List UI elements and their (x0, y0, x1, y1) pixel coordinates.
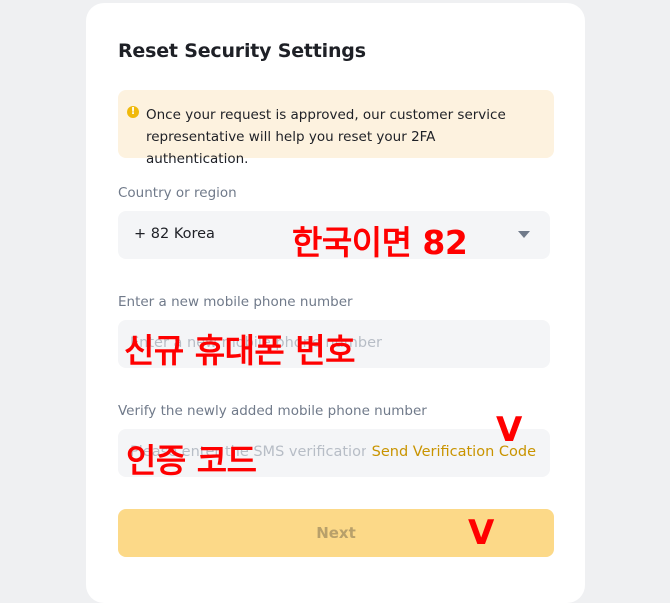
verify-label: Verify the newly added mobile phone numb… (118, 403, 427, 419)
annotation-code-note: 인증 코드 (126, 441, 257, 480)
country-label: Country or region (118, 185, 237, 201)
warning-icon: ! (127, 106, 139, 118)
country-value: + 82 Korea (134, 226, 215, 242)
notice-text: Once your request is approved, our custo… (146, 107, 506, 167)
notice-banner: ! Once your request is approved, our cus… (118, 90, 554, 167)
dialog-title: Reset Security Settings (118, 40, 366, 62)
annotation-phone-note: 신규 휴대폰 번호 (124, 331, 356, 370)
phone-label: Enter a new mobile phone number (118, 294, 353, 310)
annotation-send-check: V (496, 410, 522, 450)
caret-down-icon (518, 231, 530, 238)
annotation-next-check: V (468, 513, 494, 553)
annotation-country-note: 한국이면 82 (292, 223, 468, 262)
